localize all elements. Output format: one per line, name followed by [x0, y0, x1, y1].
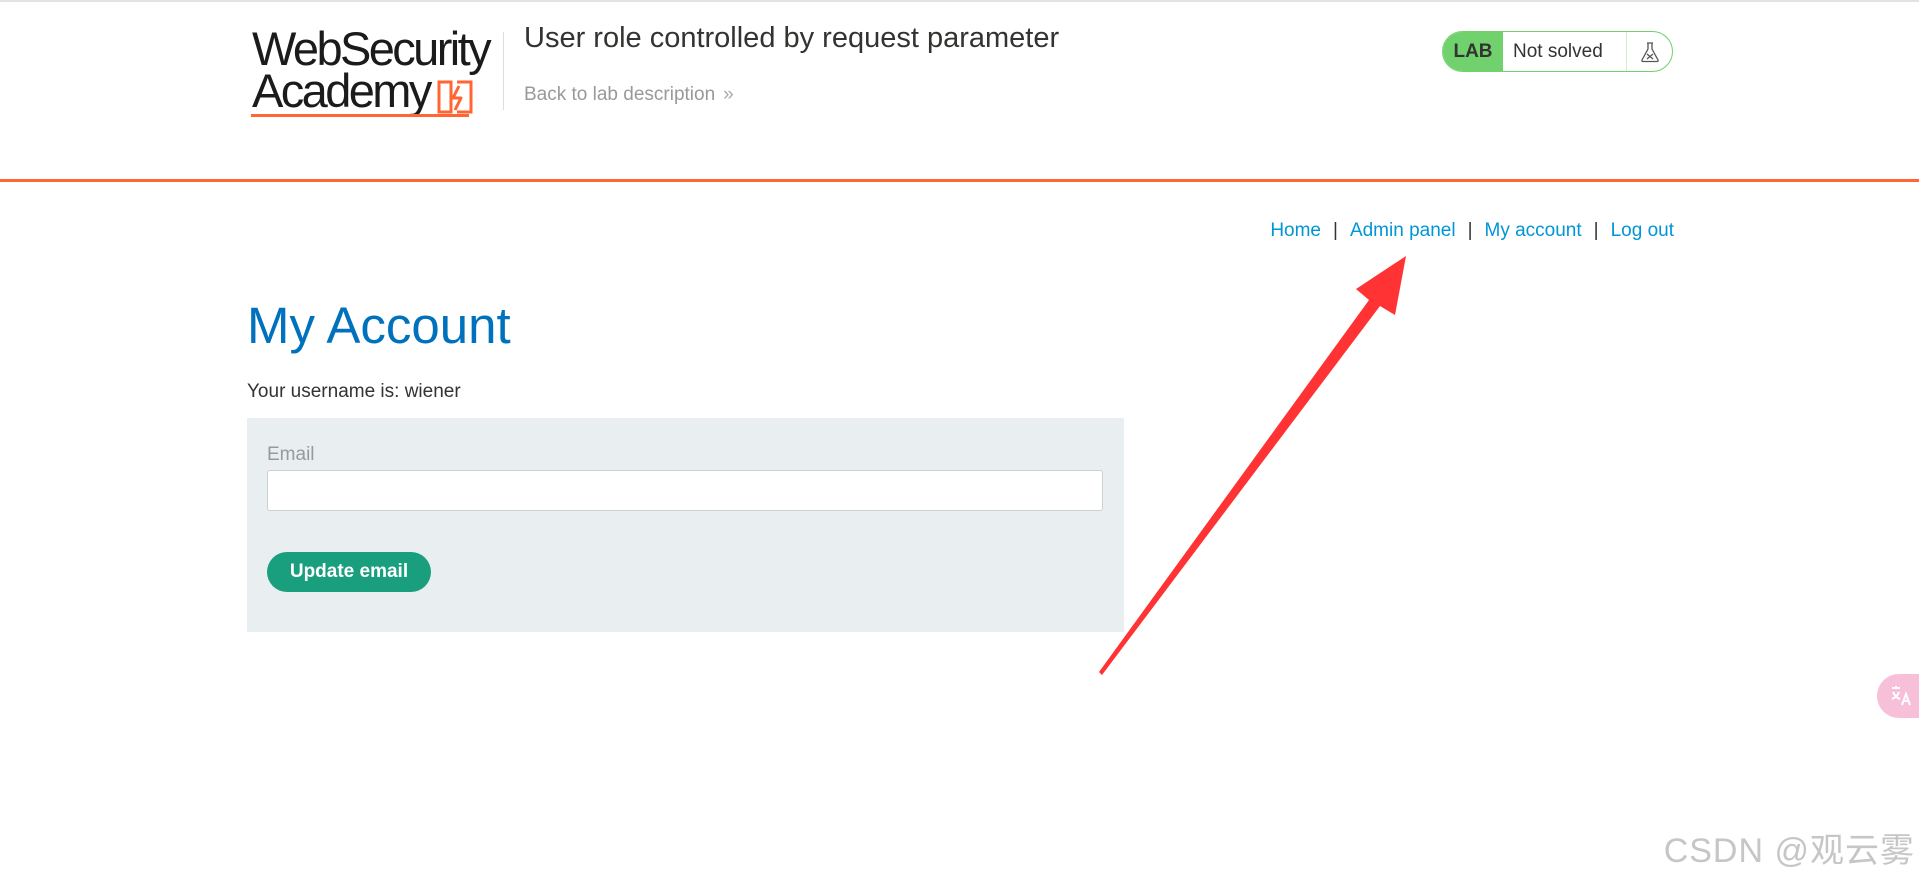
update-email-button[interactable]: Update email [267, 552, 431, 592]
email-input[interactable] [267, 470, 1103, 511]
logo-bolt-icon [437, 80, 473, 114]
nav-separator: | [1593, 220, 1599, 241]
email-label: Email [267, 444, 315, 465]
lab-badge: LAB [1443, 32, 1503, 71]
nav-admin-panel-link[interactable]: Admin panel [1350, 220, 1456, 241]
lab-status-widget: LAB Not solved [1442, 31, 1673, 72]
lab-header: WebSecurity Academy User role controlled… [0, 2, 1919, 182]
page-title: My Account [247, 297, 511, 354]
nav-home-link[interactable]: Home [1270, 220, 1321, 241]
header-divider [503, 32, 504, 110]
update-email-form: Email Update email [247, 418, 1124, 632]
top-navigation: Home | Admin panel | My account | Log out [1270, 220, 1674, 242]
username-text: Your username is: wiener [247, 381, 461, 402]
flask-icon [1627, 32, 1672, 71]
back-link-label: Back to lab description [524, 84, 716, 105]
translate-icon [1891, 686, 1911, 706]
translate-float-button[interactable] [1877, 674, 1919, 718]
double-chevron-right-icon: » [723, 84, 733, 105]
lab-title: User role controlled by request paramete… [524, 22, 1060, 54]
logo-underline [251, 114, 469, 117]
logo-text-line2: Academy [252, 64, 432, 117]
nav-log-out-link[interactable]: Log out [1611, 220, 1674, 241]
lab-status-text: Not solved [1503, 32, 1627, 71]
web-security-academy-logo[interactable]: WebSecurity Academy [247, 25, 499, 122]
nav-separator: | [1333, 220, 1338, 241]
back-to-lab-description-link[interactable]: Back to lab description » [524, 84, 733, 106]
nav-separator: | [1467, 220, 1473, 241]
nav-my-account-link[interactable]: My account [1485, 220, 1582, 241]
csdn-watermark: CSDN @观云雾 [1663, 832, 1915, 870]
